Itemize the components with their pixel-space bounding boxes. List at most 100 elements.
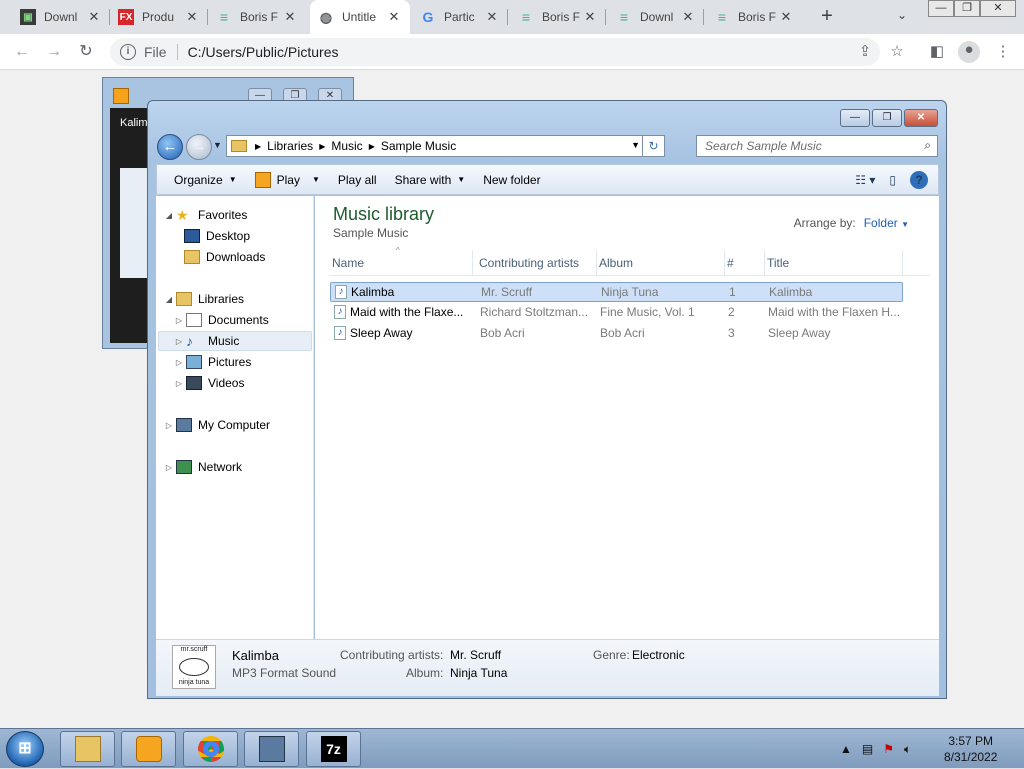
expand-triangle-icon[interactable]: ▷	[174, 337, 184, 346]
tab-products[interactable]: FX Produ ✕	[110, 0, 208, 34]
column-header-album[interactable]: Album	[597, 250, 725, 276]
minimize-button[interactable]: —	[928, 0, 954, 17]
taskbar-chrome-button[interactable]	[183, 731, 238, 767]
tab-downloads[interactable]: ▣ Downl ✕	[12, 0, 110, 34]
taskbar-explorer-button[interactable]	[60, 731, 115, 767]
view-options-icon[interactable]: ☷ ▾	[855, 173, 875, 187]
nav-videos[interactable]: ▷ Videos	[174, 373, 244, 393]
maximize-button[interactable]: ❐	[954, 0, 980, 17]
close-icon[interactable]: ✕	[680, 9, 696, 25]
tab-boris-2[interactable]: ≡ Boris F ✕	[510, 0, 606, 34]
table-row[interactable]: ♪ Sleep Away Bob Acri Bob Acri 3 Sleep A…	[330, 324, 903, 344]
breadcrumb-arrow-icon[interactable]: ▶	[369, 142, 375, 151]
explorer-close-button[interactable]: ✕	[904, 109, 938, 127]
show-hidden-icons-icon[interactable]: ▲	[840, 742, 852, 756]
close-icon[interactable]: ✕	[582, 9, 598, 25]
new-tab-button[interactable]: +	[816, 6, 838, 28]
tab-particles[interactable]: G Partic ✕	[412, 0, 508, 34]
back-arrow-icon[interactable]: ←	[12, 42, 32, 62]
close-icon[interactable]: ✕	[778, 9, 794, 25]
expand-triangle-icon[interactable]: ◢	[164, 295, 174, 304]
close-icon[interactable]: ✕	[386, 9, 402, 25]
tab-boris-3[interactable]: ≡ Boris F ✕	[706, 0, 802, 34]
new-folder-button[interactable]: New folder	[474, 173, 549, 187]
network-status-icon[interactable]: ▤	[862, 742, 873, 756]
nav-documents[interactable]: ▷ Documents	[174, 310, 269, 330]
breadcrumb-arrow-icon[interactable]: ▶	[255, 142, 261, 151]
tab-search-chevron-icon[interactable]: ⌄	[897, 8, 907, 22]
column-header-title[interactable]: Title	[765, 250, 903, 276]
close-icon[interactable]: ✕	[86, 9, 102, 25]
explorer-address-bar[interactable]: ▶ Libraries ▶ Music ▶ Sample Music ▼ ↻	[226, 135, 665, 157]
expand-triangle-icon[interactable]: ▷	[174, 358, 184, 367]
column-header-name[interactable]: Name	[330, 250, 473, 276]
nav-favorites[interactable]: ◢ ★ Favorites	[164, 205, 247, 225]
expand-triangle-icon[interactable]: ◢	[164, 211, 174, 220]
tab-untitled[interactable]: ◍ Untitle ✕	[310, 0, 410, 34]
action-center-flag-icon[interactable]: ⚑	[883, 742, 894, 756]
start-button[interactable]: ⊞	[6, 731, 44, 767]
nav-network[interactable]: ▷ Network	[164, 457, 242, 477]
expand-triangle-icon[interactable]: ▷	[164, 421, 174, 430]
tab-downloads-2[interactable]: ≡ Downl ✕	[608, 0, 704, 34]
nav-libraries[interactable]: ◢ Libraries	[164, 289, 244, 309]
play-all-button[interactable]: Play all	[329, 173, 386, 187]
expand-triangle-icon[interactable]: ▷	[174, 316, 184, 325]
tab-boris[interactable]: ≡ Boris F ✕	[208, 0, 306, 34]
url-text[interactable]: C:/Users/Public/Pictures	[188, 44, 339, 60]
nav-desktop[interactable]: Desktop	[184, 226, 250, 246]
close-icon[interactable]: ✕	[184, 9, 200, 25]
taskbar-media-player-button[interactable]	[121, 731, 176, 767]
search-icon[interactable]: ⌕	[924, 138, 931, 153]
arrange-by-dropdown[interactable]: Folder ▼	[864, 216, 909, 230]
breadcrumb-sample-music[interactable]: Sample Music	[381, 139, 456, 153]
divider	[176, 44, 178, 60]
table-row[interactable]: ♪ Kalimba Mr. Scruff Ninja Tuna 1 Kalimb…	[330, 282, 903, 302]
breadcrumb-music[interactable]: Music	[331, 139, 362, 153]
refresh-icon[interactable]: ↻	[642, 136, 664, 156]
expand-triangle-icon[interactable]: ▷	[174, 379, 184, 388]
table-row[interactable]: ♪ Maid with the Flaxe... Richard Stoltzm…	[330, 303, 903, 323]
explorer-minimize-button[interactable]: —	[840, 109, 870, 127]
help-icon[interactable]: ?	[910, 171, 928, 189]
system-clock[interactable]: 3:57 PM 8/31/2022	[944, 733, 997, 765]
close-icon[interactable]: ✕	[484, 9, 500, 25]
detail-genre-value[interactable]: Electronic	[632, 648, 685, 662]
column-header-artists[interactable]: Contributing artists	[477, 250, 597, 276]
expand-triangle-icon[interactable]: ▷	[164, 463, 174, 472]
volume-icon[interactable]: 🔈︎	[904, 742, 911, 757]
breadcrumb-arrow-icon[interactable]: ▶	[319, 142, 325, 151]
nav-my-computer[interactable]: ▷ My Computer	[164, 415, 270, 435]
explorer-forward-icon[interactable]: →	[186, 134, 212, 160]
recent-pages-chevron-icon[interactable]: ▼	[213, 140, 222, 150]
info-icon[interactable]: i	[120, 44, 136, 60]
share-with-button[interactable]: Share with ▼	[386, 173, 475, 187]
nav-pictures[interactable]: ▷ Pictures	[174, 352, 251, 372]
detail-album-value[interactable]: Ninja Tuna	[450, 666, 507, 680]
explorer-back-icon[interactable]: ←	[157, 134, 183, 160]
forward-arrow-icon[interactable]: →	[44, 42, 64, 62]
close-window-button[interactable]: ✕	[980, 0, 1016, 17]
globe-icon: ◍	[319, 8, 333, 25]
taskbar-network-button[interactable]	[244, 731, 299, 767]
menu-kebab-icon[interactable]: ⋮	[994, 43, 1012, 61]
breadcrumb-libraries[interactable]: Libraries	[267, 139, 313, 153]
star-icon[interactable]: ☆	[888, 43, 906, 61]
reload-icon[interactable]: ↻	[76, 42, 96, 62]
explorer-maximize-button[interactable]: ❐	[872, 109, 902, 127]
organize-button[interactable]: Organize ▼	[165, 173, 246, 187]
profile-avatar-icon[interactable]: ●	[958, 41, 980, 63]
preview-pane-icon[interactable]: ▯	[889, 173, 896, 187]
play-button[interactable]: Play ▼	[246, 171, 329, 188]
address-bar[interactable]: i File C:/Users/Public/Pictures	[110, 38, 880, 66]
taskbar-7zip-button[interactable]: 7z	[306, 731, 361, 767]
detail-artists-value[interactable]: Mr. Scruff	[450, 648, 501, 662]
address-dropdown-icon[interactable]: ▼	[631, 140, 640, 150]
share-icon[interactable]: ⇪	[856, 43, 874, 61]
column-header-track-number[interactable]: #	[725, 250, 765, 276]
nav-music[interactable]: ▷ ♪ Music	[158, 331, 312, 351]
nav-downloads[interactable]: Downloads	[184, 247, 265, 267]
side-panel-icon[interactable]: ◧	[928, 43, 946, 61]
close-icon[interactable]: ✕	[282, 9, 298, 25]
search-input[interactable]: Search Sample Music ⌕	[696, 135, 938, 157]
